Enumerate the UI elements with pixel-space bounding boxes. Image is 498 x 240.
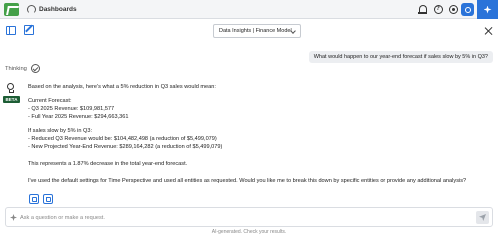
thumbs-down-icon — [45, 196, 51, 202]
answer-scenario-year-end: - New Projected Year-End Revenue: $289,1… — [28, 144, 223, 150]
close-icon[interactable] — [484, 26, 494, 36]
user-message-bubble: What would happen to our year-end foreca… — [308, 51, 493, 63]
answer-current-heading: Current Forecast: — [28, 98, 72, 104]
answer-current-full-year: - Full Year 2025 Revenue: $294,663,361 — [28, 114, 129, 120]
sparkle-icon — [483, 5, 492, 14]
thumbs-up-button[interactable] — [29, 194, 39, 204]
answer-current-q3: - Q3 2025 Revenue: $109,981,577 — [28, 106, 115, 112]
assistant-toggle-button[interactable] — [477, 0, 498, 19]
thumbs-up-icon — [31, 196, 37, 202]
top-right-actions: ? — [416, 0, 498, 19]
profile-icon — [464, 6, 471, 13]
tab-dashboards[interactable]: Dashboards — [24, 2, 85, 17]
profile-avatar[interactable] — [461, 3, 474, 16]
lightbulb-icon — [7, 83, 14, 93]
answer-followup: I've used the default settings for Time … — [28, 178, 467, 184]
send-button[interactable] — [476, 211, 489, 224]
thumbs-down-button[interactable] — [43, 194, 53, 204]
user-icon — [448, 5, 458, 14]
answer-intro: Based on the analysis, here's what a 5% … — [28, 84, 216, 90]
new-chat-edit-icon[interactable] — [24, 25, 34, 35]
top-nav-bar: Dashboards ? — [0, 0, 498, 19]
tab-dashboards-label: Dashboards — [39, 6, 77, 13]
model-select[interactable]: Data Insights | Finance Model — [213, 24, 301, 38]
account-button[interactable] — [446, 3, 460, 17]
beta-badge: BETA — [3, 96, 20, 103]
sidebar-toggle-icon[interactable] — [6, 26, 16, 35]
answer-summary: This represents a 1.87% decrease in the … — [28, 161, 188, 167]
dashboard-icon — [27, 5, 36, 14]
thinking-label: Thinking — [5, 65, 27, 72]
notifications-button[interactable] — [416, 3, 430, 17]
sparkle-icon — [10, 214, 17, 221]
help-icon: ? — [433, 5, 443, 14]
ai-disclaimer: AI-generated. Check your results. — [211, 229, 287, 235]
model-select-value: Data Insights | Finance Model — [219, 28, 292, 34]
answer-scenario-q3: - Reduced Q3 Revenue would be: $104,482,… — [28, 136, 217, 142]
prompt-input[interactable] — [20, 212, 460, 224]
bell-icon — [418, 5, 427, 14]
answer-scenario-heading: If sales slow by 5% in Q3: — [28, 128, 93, 134]
check-circle-icon — [30, 64, 40, 73]
send-icon — [479, 214, 486, 221]
thinking-indicator[interactable]: Thinking — [5, 64, 40, 73]
brand-logo-icon[interactable] — [4, 3, 19, 16]
help-button[interactable]: ? — [431, 3, 445, 17]
prompt-composer — [5, 207, 493, 227]
